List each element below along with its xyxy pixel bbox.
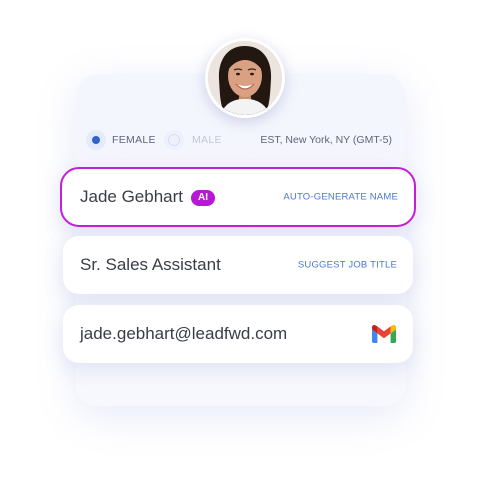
name-text: Jade Gebhart bbox=[80, 187, 184, 206]
gender-selector: FEMALE MALE EST, New York, NY (GMT-5) bbox=[86, 128, 396, 152]
suggest-job-title-button[interactable]: SUGGEST JOB TITLE bbox=[298, 260, 397, 271]
email-field[interactable]: jade.gebhart@leadfwd.com bbox=[63, 305, 413, 363]
job-title-value[interactable]: Sr. Sales Assistant bbox=[80, 255, 221, 275]
gmail-icon bbox=[372, 325, 396, 343]
male-radio[interactable] bbox=[164, 130, 184, 150]
email-value[interactable]: jade.gebhart@leadfwd.com bbox=[80, 324, 287, 344]
auto-generate-name-button[interactable]: AUTO-GENERATE NAME bbox=[283, 192, 398, 203]
name-field[interactable]: Jade Gebhart AI AUTO-GENERATE NAME bbox=[60, 167, 416, 227]
profile-generator-panel: FEMALE MALE EST, New York, NY (GMT-5) Ja… bbox=[0, 0, 481, 483]
timezone-label: EST, New York, NY (GMT-5) bbox=[260, 134, 392, 146]
job-title-field[interactable]: Sr. Sales Assistant SUGGEST JOB TITLE bbox=[63, 236, 413, 294]
ai-badge: AI bbox=[191, 190, 216, 206]
avatar-illustration bbox=[208, 41, 282, 115]
female-radio[interactable] bbox=[86, 130, 106, 150]
name-value[interactable]: Jade Gebhart AI bbox=[80, 187, 216, 207]
male-label[interactable]: MALE bbox=[192, 134, 222, 146]
female-label[interactable]: FEMALE bbox=[112, 134, 156, 146]
profile-photo-icon[interactable] bbox=[205, 38, 285, 118]
